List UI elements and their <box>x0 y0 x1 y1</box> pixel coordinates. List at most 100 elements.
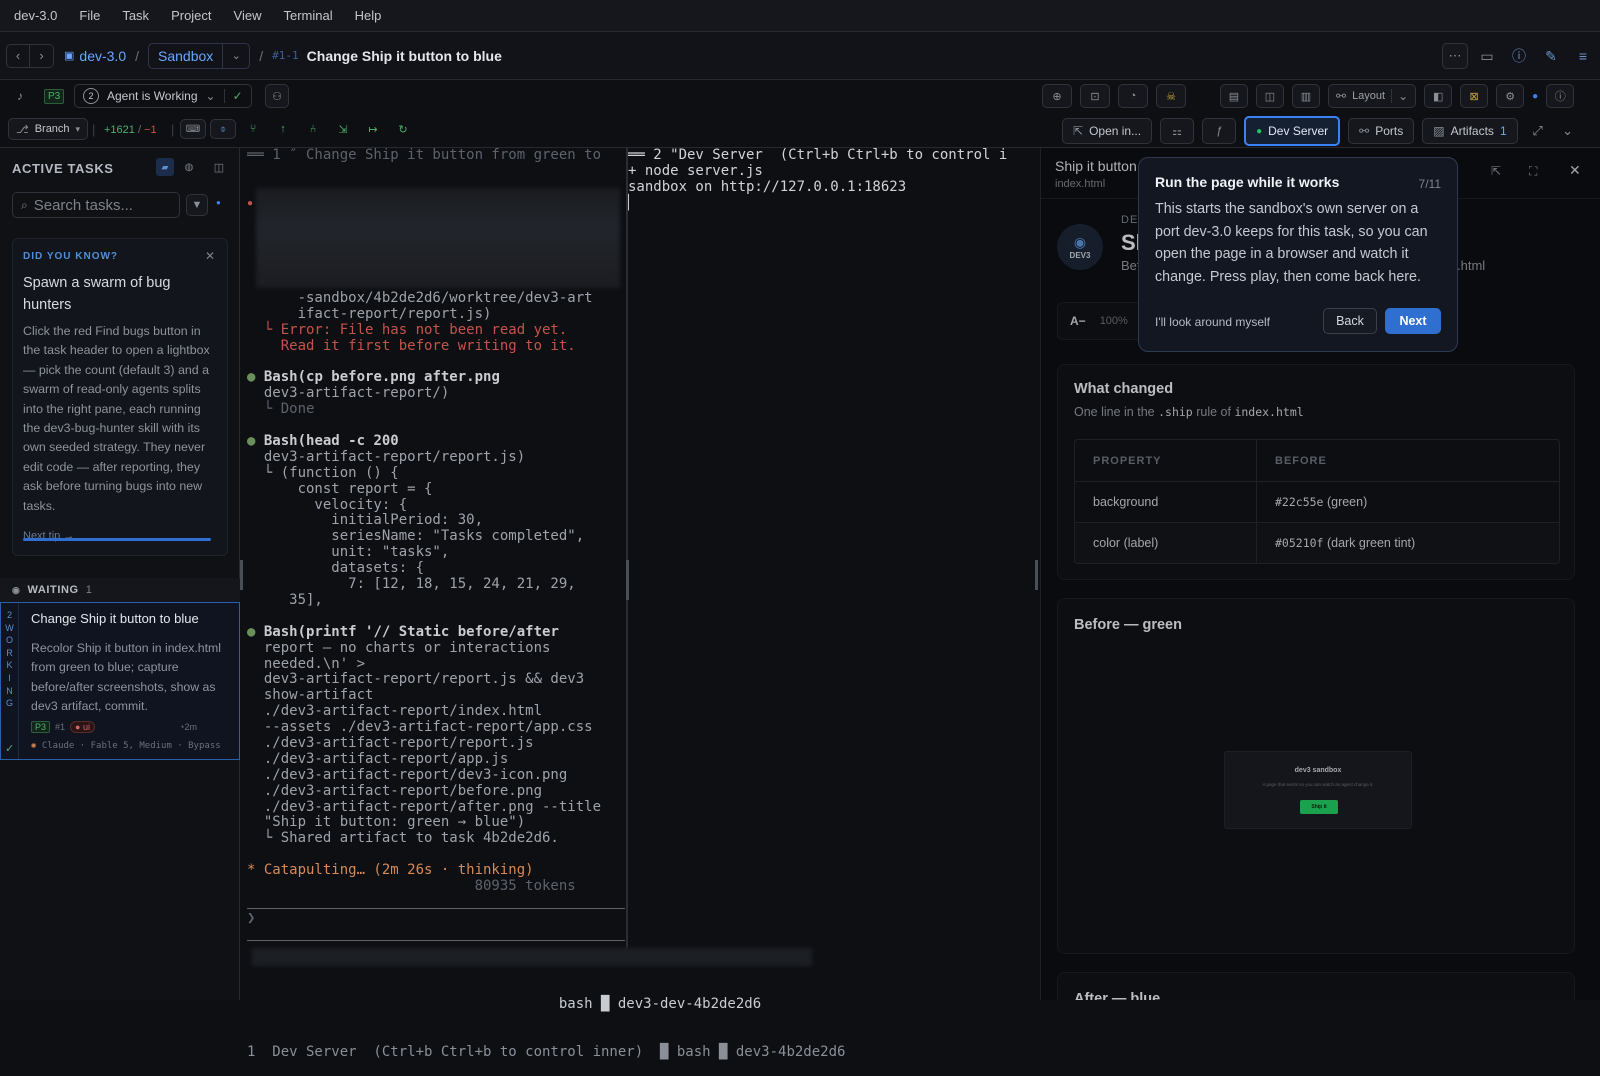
assign-icon[interactable]: ⚇ <box>265 84 289 108</box>
pane-resize-handle[interactable] <box>1035 560 1038 590</box>
tour-back-button[interactable]: Back <box>1323 308 1377 334</box>
artifact-subtitle-tail: .html <box>1457 258 1486 273</box>
menu-app-name[interactable]: dev-3.0 <box>14 8 57 23</box>
what-changed-title: What changed <box>1074 381 1174 397</box>
function-icon[interactable]: ƒ <box>1202 118 1237 144</box>
project-breadcrumb[interactable]: ▣ dev-3.0 <box>64 48 126 64</box>
push-icon[interactable]: ↑ <box>270 123 296 135</box>
pirate-icon[interactable]: ☠ <box>1156 84 1186 108</box>
task-card[interactable]: 2 W O R K I N G ✓ Change Ship it button … <box>0 602 240 760</box>
close-panel-icon[interactable]: ⊠ <box>1460 84 1489 108</box>
alarm-icon[interactable]: ◔ <box>1118 84 1148 108</box>
terminal-line: ❯ <box>247 909 256 926</box>
forward-nav-icon[interactable]: › <box>30 43 54 68</box>
ports-button[interactable]: ⚯ Ports <box>1348 118 1415 144</box>
info-icon[interactable]: ⓘ <box>1546 84 1575 108</box>
table-header-row: PROPERTY BEFORE <box>1075 440 1559 481</box>
font-decrease-button[interactable]: A− <box>1070 314 1086 328</box>
ports-icon: ⚯ <box>1359 124 1370 138</box>
open-in-button[interactable]: ⇱ Open in... <box>1062 118 1153 144</box>
priority-badge[interactable]: P3 <box>44 89 65 104</box>
open-external-icon[interactable]: ⇱ <box>1491 164 1501 178</box>
globe-icon[interactable]: ◍ <box>180 158 198 176</box>
branch-dropdown[interactable]: ⎇ Branch ▾ <box>8 118 89 140</box>
window-icon[interactable]: ▭ <box>1474 43 1500 69</box>
menu-project[interactable]: Project <box>171 8 211 23</box>
tour-next-button[interactable]: Next <box>1385 308 1441 334</box>
tip-body: Click the red Find bugs button in the ta… <box>23 324 210 513</box>
keyboard-icon[interactable]: ⌨ <box>180 119 206 139</box>
tip-title: Spawn a swarm of bug hunters <box>23 275 171 313</box>
priority-badge: P3 <box>31 721 51 733</box>
zoom-icon[interactable]: ⊕ <box>1042 84 1072 108</box>
folder-view-icon[interactable]: ▰ <box>156 158 174 176</box>
waiting-group-header[interactable]: ◉ WAITING 1 <box>0 578 240 602</box>
panel-top-icon[interactable]: ▥ <box>1292 84 1320 108</box>
tree-icon[interactable]: ⚏ <box>1160 118 1195 144</box>
chevron-down-icon[interactable]: ⌄ <box>1558 123 1578 139</box>
check-icon[interactable]: ✓ <box>223 89 243 103</box>
panel-right-icon[interactable]: ◫ <box>1256 84 1284 108</box>
menu-terminal[interactable]: Terminal <box>283 8 332 23</box>
refresh-icon[interactable]: ↻ <box>390 123 416 136</box>
menu-task[interactable]: Task <box>122 8 149 23</box>
search-input[interactable]: ⌕ Search tasks... <box>12 192 180 218</box>
worktree-selector[interactable]: Sandbox ⌄ <box>148 42 251 69</box>
expand-icon[interactable]: ⤢ <box>1526 123 1550 139</box>
back-nav-icon[interactable]: ‹ <box>6 43 30 68</box>
layout-label: Layout <box>1352 90 1386 102</box>
terminal-line: ./dev3-artifact-report/index.html <box>247 703 543 720</box>
done-check-icon[interactable]: ✓ <box>5 742 14 755</box>
settings-icon[interactable]: ⚙ <box>1496 84 1525 108</box>
task-toolbar: ♪ P3 2 Agent is Working ⌄ ✓ ⚇ ⊕ ⊡ ◔ ☠ ▤ … <box>0 80 1600 112</box>
panel-bottom-icon[interactable]: ▤ <box>1220 84 1248 108</box>
bell-icon[interactable]: ♪ <box>17 89 23 103</box>
terminal-line: * Catapulting… (2m 26s · thinking) <box>247 862 534 879</box>
fullscreen-icon[interactable]: ⛶ <box>1529 164 1537 179</box>
menu-file[interactable]: File <box>79 8 100 23</box>
diff-slash: / <box>137 123 142 136</box>
pane-resize-handle[interactable] <box>240 560 243 590</box>
tour-skip-link[interactable]: I'll look around myself <box>1155 315 1270 329</box>
terminal-line: + node server.js <box>628 162 763 179</box>
artifacts-button[interactable]: ▨ Artifacts 1 <box>1422 118 1518 144</box>
filter-icon[interactable]: ▼ <box>186 194 208 216</box>
terminal-line: show-artifact <box>247 687 374 704</box>
merge-icon[interactable]: ⑂ <box>240 123 266 135</box>
sliders-icon[interactable]: ≡ <box>1570 43 1596 69</box>
sidebar: ACTIVE TASKS ▰ ◍ ◫ ⌕ Search tasks... ▼ ●… <box>0 148 240 1000</box>
chevron-down-icon[interactable]: ⌄ <box>223 49 249 62</box>
diff-stat[interactable]: +1621 / −1 <box>104 124 157 136</box>
pull-icon[interactable]: ⇲ <box>330 123 356 136</box>
commit-icon[interactable]: ⌽ <box>210 119 236 139</box>
search-placeholder: Search tasks... <box>33 196 133 214</box>
status-line-bottom: 1 Dev Server (Ctrl+b Ctrl+b to control i… <box>247 1044 846 1060</box>
wrench-icon[interactable]: ✎ <box>1538 43 1564 69</box>
rebase-icon[interactable]: ⑃ <box>300 123 326 135</box>
terminal-line: datasets: { <box>247 560 425 577</box>
cherry-icon[interactable]: ↦ <box>360 123 386 136</box>
help-icon[interactable]: ⓘ <box>1506 43 1532 69</box>
close-icon[interactable]: ✕ <box>205 249 215 263</box>
label-text: ui <box>82 722 90 732</box>
before-screenshot[interactable]: dev3 sandbox A page that exists so you c… <box>1224 751 1412 829</box>
menu-view[interactable]: View <box>234 8 262 23</box>
layout-dropdown[interactable]: ⚯ Layout ⌄ <box>1328 84 1417 108</box>
more-icon[interactable]: ⋯ <box>1442 43 1468 69</box>
logo-badge-icon: ◉ <box>1073 234 1087 250</box>
chevron-down-icon: ⌄ <box>205 89 216 103</box>
sidebar-toggle-icon[interactable]: ◧ <box>1424 84 1453 108</box>
ports-label: Ports <box>1375 124 1404 138</box>
terminal-line: report — no charts or interactions <box>247 639 551 656</box>
color-code: #22c55e <box>1275 495 1324 509</box>
collapse-sidebar-icon[interactable]: ◫ <box>210 158 228 176</box>
agent-status-dropdown[interactable]: 2 Agent is Working ⌄ ✓ <box>74 84 252 108</box>
close-icon[interactable]: ✕ <box>1569 162 1581 179</box>
robot-icon[interactable]: ⊡ <box>1080 84 1110 108</box>
menu-help[interactable]: Help <box>355 8 382 23</box>
color-note: (green) <box>1326 495 1368 509</box>
dev-server-button[interactable]: ● Dev Server <box>1244 116 1341 146</box>
terminal-line: "Ship it button: green → blue") <box>247 814 526 831</box>
dev-server-terminal[interactable]: ══ 2 "Dev Server (Ctrl+b Ctrl+b to contr… <box>628 148 1020 948</box>
